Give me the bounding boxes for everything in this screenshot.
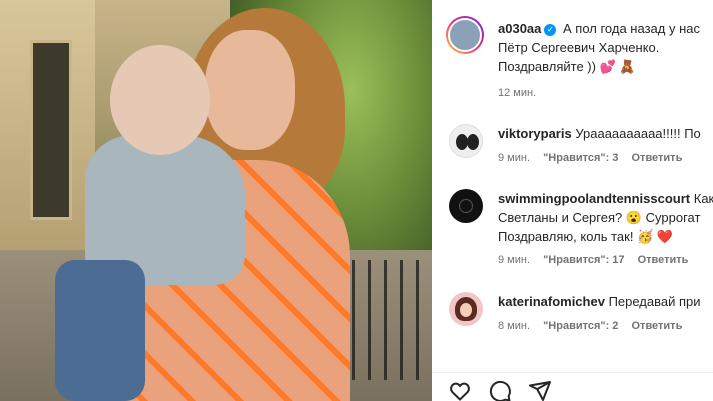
comment-body: Передавай при — [608, 294, 701, 309]
comment-body: Ураааааааааа!!!!! По — [575, 126, 701, 141]
comment-text: swimmingpoolandtennisscourt Как — [498, 189, 713, 208]
reply-button[interactable]: Ответить — [632, 152, 683, 164]
caption-emoji: 💕 🧸 — [599, 59, 636, 74]
comment-meta: 9 мин. "Нравится": 17 Ответить — [498, 254, 698, 266]
share-icon[interactable] — [528, 379, 552, 401]
author-username[interactable]: a030aa — [498, 21, 541, 36]
photo-baby-head — [110, 45, 210, 155]
comment-text: katerinafomichev Передавай при — [498, 292, 701, 311]
caption-time: 12 мин. — [498, 87, 537, 99]
photo-door — [30, 40, 72, 220]
photo-woman-face — [205, 30, 295, 150]
reply-button[interactable]: Ответить — [632, 320, 683, 332]
comment-time: 8 мин. — [498, 320, 531, 332]
comment-icon[interactable] — [488, 379, 512, 401]
comment-likes[interactable]: "Нравится": 2 — [543, 320, 618, 332]
comment-meta: 9 мин. "Нравится": 3 Ответить — [498, 152, 692, 164]
comment-username[interactable]: viktoryparis — [498, 126, 572, 141]
heart-icon[interactable] — [448, 379, 472, 401]
action-bar — [432, 372, 713, 401]
caption-text-1: А пол года назад у нас — [563, 21, 700, 36]
comment-body-line2: Светланы и Сергея? 😮 Суррогат — [498, 210, 701, 225]
reply-button[interactable]: Ответить — [638, 254, 689, 266]
photo-baby-legs — [55, 260, 145, 401]
comment-likes[interactable]: "Нравится": 17 — [543, 254, 624, 266]
comment-text: viktoryparis Ураааааааааа!!!!! По — [498, 124, 701, 143]
caption-text-3: Поздравляйте )) — [498, 59, 596, 74]
author-avatar[interactable] — [446, 16, 484, 54]
commenter-avatar[interactable] — [449, 124, 483, 158]
caption-line2: Пётр Сергеевич Харченко. — [498, 40, 660, 55]
verified-icon: ✓ — [544, 24, 557, 36]
post-photo[interactable] — [0, 0, 432, 401]
comment-meta: 8 мин. "Нравится": 2 Ответить — [498, 320, 692, 332]
comments-panel: a030aa ✓ А пол года назад у нас Пётр Серг… — [432, 0, 713, 401]
comment-body-line3: Поздравляю, коль так! 🥳 ❤️ — [498, 229, 674, 244]
caption-line1: a030aa ✓ А пол года назад у нас — [498, 19, 700, 38]
comment-username[interactable]: katerinafomichev — [498, 294, 605, 309]
comment-likes[interactable]: "Нравится": 3 — [543, 152, 618, 164]
comment-body: Как — [693, 191, 713, 206]
caption-line3: Поздравляйте )) 💕 🧸 — [498, 57, 636, 76]
commenter-avatar[interactable] — [449, 189, 483, 223]
comment-time: 9 мин. — [498, 152, 531, 164]
comment-time: 9 мин. — [498, 254, 531, 266]
commenter-avatar[interactable] — [449, 292, 483, 326]
comment-username[interactable]: swimmingpoolandtennisscourt — [498, 191, 690, 206]
